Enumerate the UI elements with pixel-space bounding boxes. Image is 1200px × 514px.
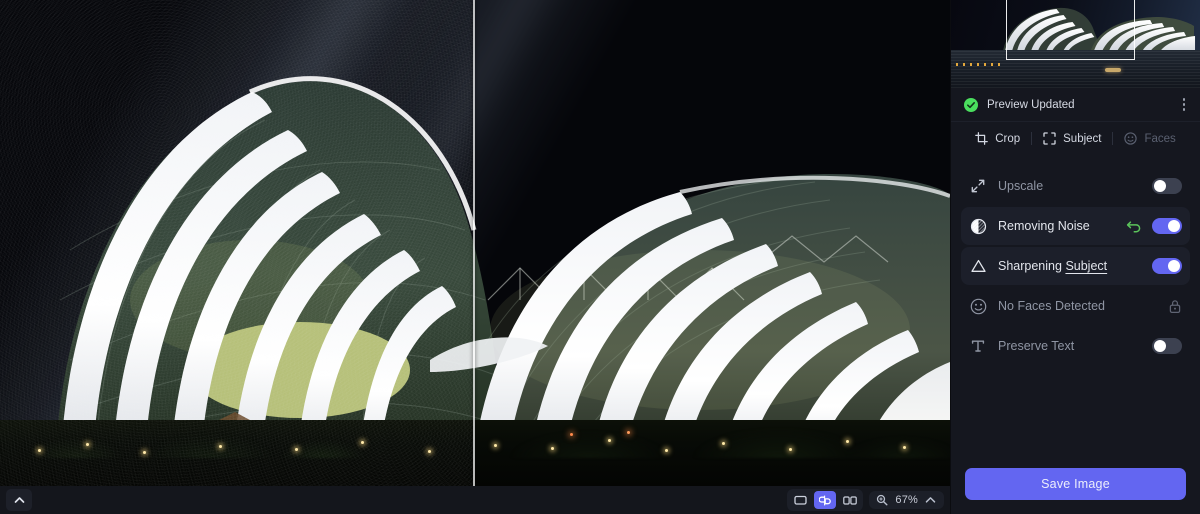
- toggle-knob: [1168, 220, 1180, 232]
- toggle-denoise[interactable]: [1152, 218, 1182, 234]
- setting-tail-preserve-text: [1152, 338, 1182, 354]
- triangle-icon: [969, 258, 987, 274]
- thumbnail-boat: [1105, 68, 1122, 72]
- kebab-dot: [1182, 108, 1185, 111]
- kebab-dot: [1182, 98, 1185, 101]
- enhancement-settings-list: Upscale Removing Noise Sharpening Subjec…: [951, 155, 1200, 458]
- subject-icon: [1043, 132, 1056, 145]
- revert-icon[interactable]: [1126, 219, 1142, 233]
- compare-split-handle[interactable]: [473, 0, 475, 486]
- zoom-control[interactable]: 67%: [869, 491, 944, 509]
- setting-row-upscale[interactable]: Upscale: [961, 167, 1190, 205]
- toggle-knob: [1168, 260, 1180, 272]
- view-mode-split[interactable]: [814, 491, 837, 509]
- toggle-knob: [1154, 180, 1166, 192]
- preview-thumbnail[interactable]: [951, 0, 1200, 88]
- setting-tail-faces: [1168, 299, 1182, 314]
- side-by-side-icon: [843, 495, 858, 505]
- lock-icon: [1169, 299, 1181, 313]
- setting-tail-upscale: [1152, 178, 1182, 194]
- setting-label-faces: No Faces Detected: [998, 299, 1105, 313]
- setting-tail-denoise: [1126, 218, 1182, 234]
- tool-crop-label: Crop: [995, 132, 1021, 145]
- tool-faces: Faces: [1113, 132, 1186, 145]
- single-view-icon: [794, 495, 807, 505]
- setting-row-denoise[interactable]: Removing Noise: [961, 207, 1190, 245]
- view-mode-side-by-side[interactable]: [839, 491, 861, 509]
- chevron-up-icon: [14, 497, 24, 503]
- toggle-upscale[interactable]: [1152, 178, 1182, 194]
- check-circle-icon: [964, 97, 978, 112]
- toggle-preserve-text[interactable]: [1152, 338, 1182, 354]
- save-button-container: Save Image: [951, 458, 1200, 514]
- collapse-panel-button[interactable]: [6, 489, 32, 511]
- app-root: 67% Preview Updated Crop Subject Faces U…: [0, 0, 1200, 514]
- kebab-menu-icon[interactable]: [1181, 94, 1188, 115]
- save-image-button[interactable]: Save Image: [965, 468, 1186, 500]
- setting-label-denoise: Removing Noise: [998, 219, 1090, 233]
- sharpen-target-link[interactable]: Subject: [1065, 259, 1107, 273]
- settings-panel: Preview Updated Crop Subject Faces Upsca…: [950, 0, 1200, 514]
- toggle-sharpen[interactable]: [1152, 258, 1182, 274]
- bottom-right-controls: 67%: [787, 489, 944, 511]
- setting-row-sharpen[interactable]: Sharpening Subject: [961, 247, 1190, 285]
- face-icon: [969, 298, 987, 315]
- split-compare-icon: [818, 495, 831, 505]
- sharpen-label-text: Sharpening: [998, 259, 1062, 273]
- kebab-dot: [1182, 103, 1185, 106]
- noise-circle-icon: [969, 218, 987, 235]
- setting-label-upscale: Upscale: [998, 179, 1044, 193]
- selection-tools-row: Crop Subject Faces: [951, 121, 1200, 155]
- view-mode-group: [787, 489, 864, 511]
- tool-faces-label: Faces: [1144, 132, 1176, 145]
- magnifier-icon: [877, 494, 888, 506]
- crop-overlay-box[interactable]: [1005, 0, 1136, 60]
- setting-tail-sharpen: [1152, 258, 1182, 274]
- crop-icon: [975, 132, 989, 145]
- zoom-level-value: 67%: [895, 494, 918, 506]
- bottom-toolbar: 67%: [0, 486, 950, 514]
- tool-subject-label: Subject: [1063, 132, 1102, 145]
- setting-label-sharpen: Sharpening Subject: [998, 259, 1107, 273]
- setting-row-faces: No Faces Detected: [961, 287, 1190, 325]
- setting-label-preserve-text: Preserve Text: [998, 339, 1075, 353]
- text-t-icon: [969, 338, 987, 354]
- zoom-chevron-up-icon[interactable]: [925, 496, 936, 504]
- toggle-knob: [1154, 340, 1166, 352]
- canvas-column: 67%: [0, 0, 950, 514]
- preview-status-text: Preview Updated: [987, 98, 1075, 111]
- setting-row-preserve-text[interactable]: Preserve Text: [961, 327, 1190, 365]
- face-icon: [1124, 132, 1138, 145]
- tool-crop[interactable]: Crop: [964, 132, 1031, 145]
- tool-subject[interactable]: Subject: [1032, 132, 1112, 145]
- preview-status-row: Preview Updated: [951, 88, 1200, 121]
- thumbnail-buoy-lights: [955, 63, 1001, 66]
- view-mode-single[interactable]: [789, 491, 811, 509]
- image-canvas[interactable]: [0, 0, 950, 486]
- upscale-arrows-icon: [969, 178, 987, 194]
